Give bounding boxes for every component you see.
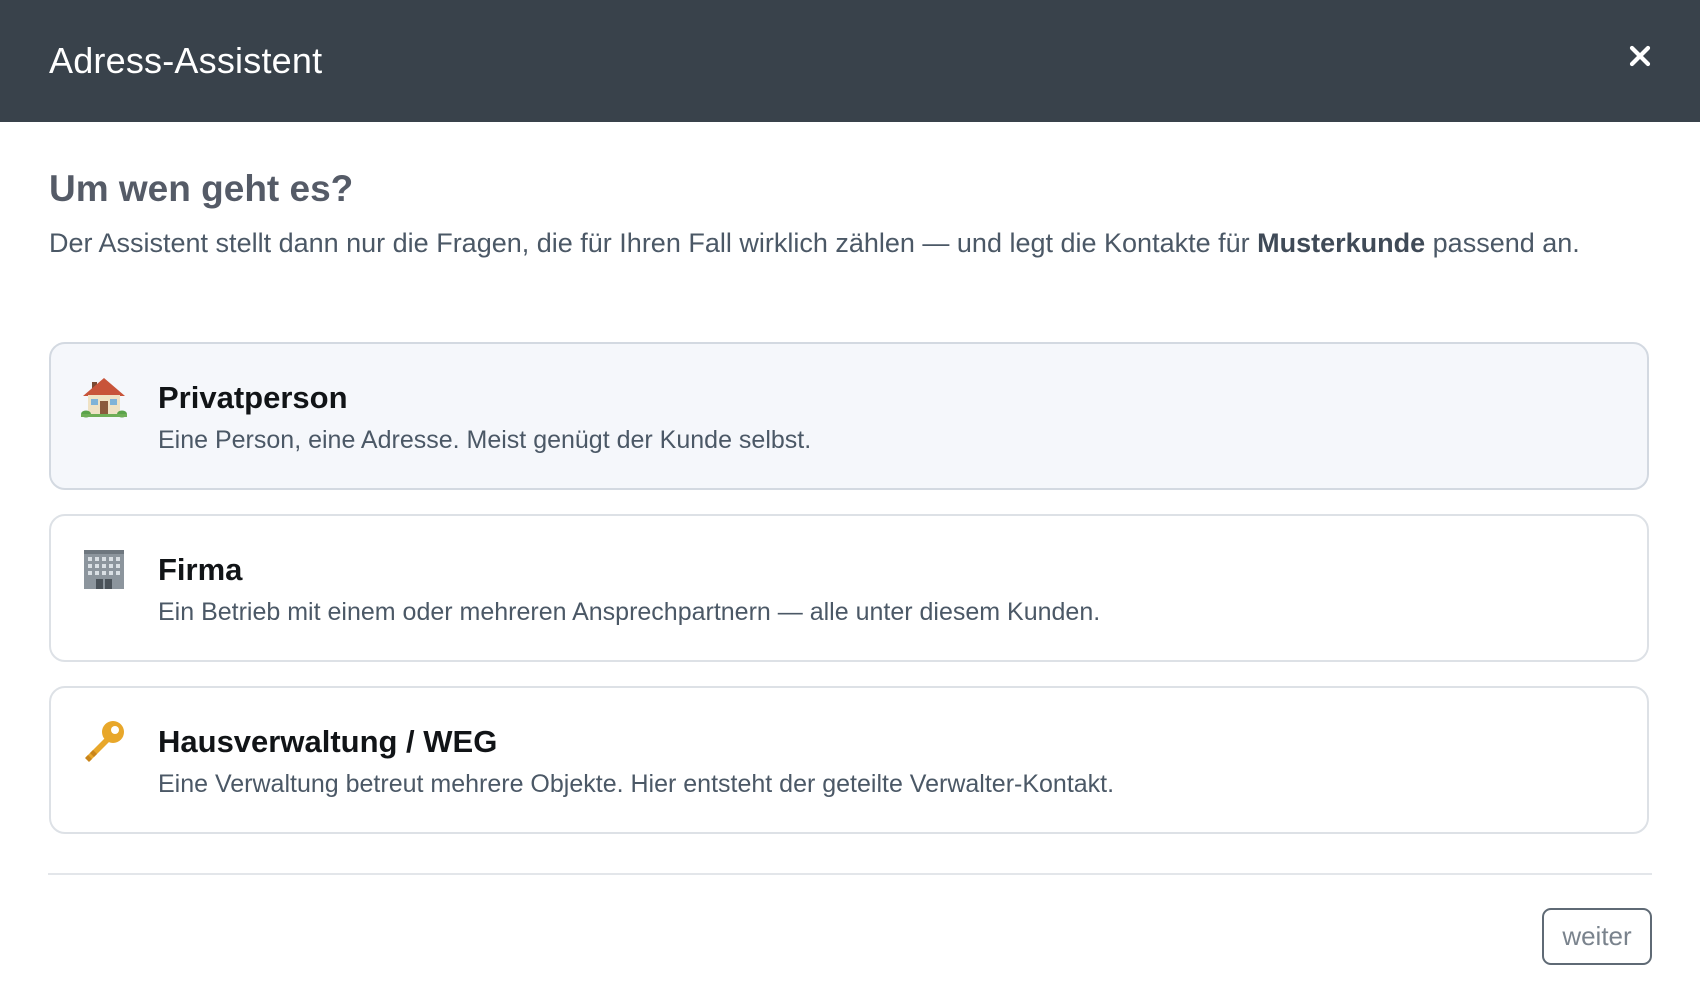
option-card-hausverwaltung[interactable]: Hausverwaltung / WEG Eine Verwaltung bet… xyxy=(49,686,1649,834)
intro-text: Der Assistent stellt dann nur die Fragen… xyxy=(49,222,1659,265)
house-icon xyxy=(81,378,127,418)
option-description: Ein Betrieb mit einem oder mehreren Ansp… xyxy=(158,598,1101,626)
option-title: Hausverwaltung / WEG xyxy=(158,724,498,759)
dialog-header: Adress-Assistent xyxy=(0,0,1700,122)
next-button[interactable]: weiter xyxy=(1542,908,1652,965)
intro-text-start: Der Assistent stellt dann nur die Fragen… xyxy=(49,228,1258,258)
option-title: Firma xyxy=(158,552,243,587)
option-card-firma[interactable]: Firma Ein Betrieb mit einem oder mehrere… xyxy=(49,514,1649,662)
option-description: Eine Verwaltung betreut mehrere Objekte.… xyxy=(158,770,1115,798)
close-icon xyxy=(1629,45,1651,67)
close-button[interactable] xyxy=(1622,38,1658,74)
question-heading: Um wen geht es? xyxy=(49,168,354,209)
option-description: Eine Person, eine Adresse. Meist genügt … xyxy=(158,426,812,454)
footer-divider xyxy=(48,873,1652,875)
option-title: Privatperson xyxy=(158,380,348,415)
office-building-icon xyxy=(84,550,124,589)
address-assistant-dialog: Adress-Assistent Um wen geht es? Der Ass… xyxy=(0,0,1700,1005)
customer-name: Musterkunde xyxy=(1257,228,1426,258)
key-icon xyxy=(85,721,124,762)
intro-text-end: passend an. xyxy=(1425,228,1580,258)
dialog-title: Adress-Assistent xyxy=(49,40,323,81)
option-card-privatperson[interactable]: Privatperson Eine Person, eine Adresse. … xyxy=(49,342,1649,490)
